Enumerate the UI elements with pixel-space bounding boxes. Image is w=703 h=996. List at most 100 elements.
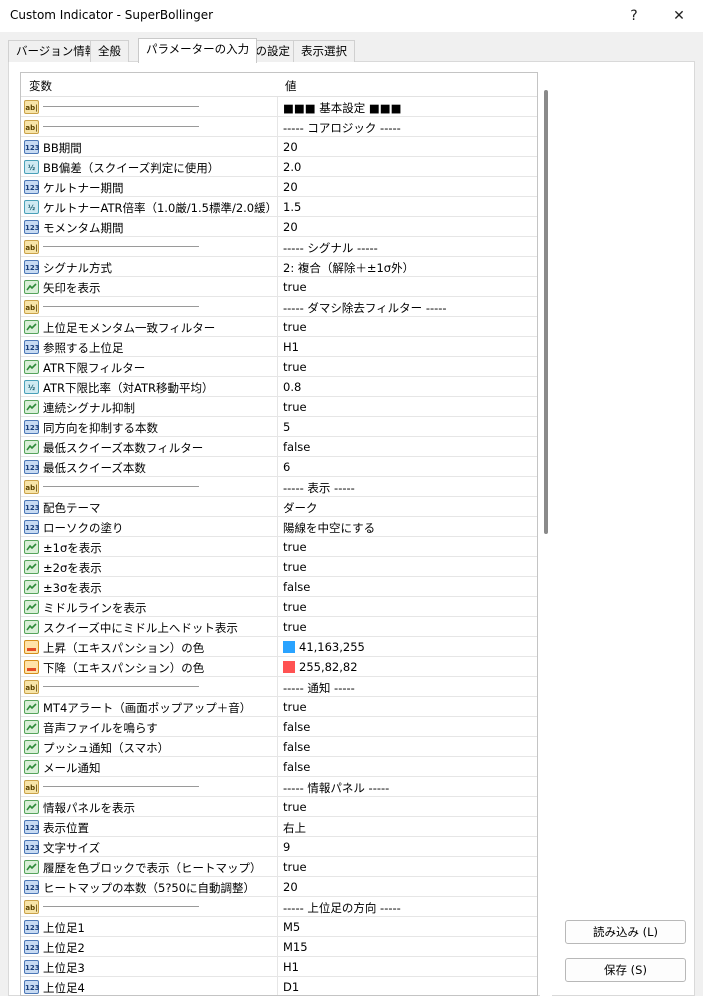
- parameter-row[interactable]: ab| ----- ダマシ除去フィルター -----: [21, 297, 537, 317]
- parameter-row[interactable]: ½ BB偏差（スクイーズ判定に使用） 2.0: [21, 157, 537, 177]
- parameter-row[interactable]: 123 モメンタム期間 20: [21, 217, 537, 237]
- parameter-row[interactable]: 123 上位足3 H1: [21, 957, 537, 977]
- parameter-value[interactable]: 20: [283, 220, 298, 234]
- parameter-value[interactable]: false: [283, 740, 310, 754]
- parameter-row[interactable]: ½ ケルトナーATR倍率（1.0厳/1.5標準/2.0緩） 1.5: [21, 197, 537, 217]
- parameter-row[interactable]: MT4アラート（画面ポップアップ＋音） true: [21, 697, 537, 717]
- parameter-row[interactable]: 123 文字サイズ 9: [21, 837, 537, 857]
- parameter-value[interactable]: false: [283, 760, 310, 774]
- parameter-row[interactable]: 123 上位足2 M15: [21, 937, 537, 957]
- parameter-value[interactable]: true: [283, 620, 307, 634]
- parameter-value[interactable]: ----- 情報パネル -----: [283, 780, 389, 796]
- parameter-row[interactable]: ±3σを表示 false: [21, 577, 537, 597]
- parameter-row[interactable]: 連続シグナル抑制 true: [21, 397, 537, 417]
- parameter-value[interactable]: ----- 通知 -----: [283, 680, 355, 696]
- parameter-row[interactable]: 123 ヒートマップの本数（5?50に自動調整） 20: [21, 877, 537, 897]
- parameter-value[interactable]: ----- 表示 -----: [283, 480, 355, 496]
- parameter-row[interactable]: ATR下限フィルター true: [21, 357, 537, 377]
- parameter-row[interactable]: 123 シグナル方式 2: 複合（解除＋±1σ外）: [21, 257, 537, 277]
- parameter-value[interactable]: 右上: [283, 820, 306, 836]
- parameter-row[interactable]: ab| ■■■ 基本設定 ■■■: [21, 97, 537, 117]
- parameter-value[interactable]: 0.8: [283, 380, 301, 394]
- parameter-row[interactable]: ±2σを表示 true: [21, 557, 537, 577]
- parameter-value[interactable]: 2.0: [283, 160, 301, 174]
- parameter-value[interactable]: 41,163,255: [299, 640, 365, 654]
- parameter-value[interactable]: ----- シグナル -----: [283, 240, 378, 256]
- parameter-value[interactable]: 20: [283, 880, 298, 894]
- parameter-value[interactable]: ----- ダマシ除去フィルター -----: [283, 300, 447, 316]
- parameter-row[interactable]: ±1σを表示 true: [21, 537, 537, 557]
- load-button[interactable]: 読み込み (L): [565, 920, 686, 944]
- tab-parameters[interactable]: パラメーターの入力: [138, 38, 258, 63]
- parameter-row[interactable]: 123 ローソクの塗り 陽線を中空にする: [21, 517, 537, 537]
- parameter-row[interactable]: プッシュ通知（スマホ） false: [21, 737, 537, 757]
- parameter-row[interactable]: ab| ----- コアロジック -----: [21, 117, 537, 137]
- parameter-value[interactable]: ■■■ 基本設定 ■■■: [283, 100, 402, 116]
- tab-general[interactable]: 全般: [90, 40, 129, 62]
- parameter-row[interactable]: ab| ----- 表示 -----: [21, 477, 537, 497]
- parameter-value[interactable]: true: [283, 560, 307, 574]
- parameter-row[interactable]: 上位足モメンタム一致フィルター true: [21, 317, 537, 337]
- parameter-value[interactable]: H1: [283, 340, 299, 354]
- parameter-row[interactable]: 123 同方向を抑制する本数 5: [21, 417, 537, 437]
- parameter-value[interactable]: M5: [283, 920, 300, 934]
- parameter-value[interactable]: 20: [283, 140, 298, 154]
- parameter-row[interactable]: ab| ----- 上位足の方向 -----: [21, 897, 537, 917]
- parameter-row[interactable]: スクイーズ中にミドル上へドット表示 true: [21, 617, 537, 637]
- parameter-value[interactable]: 255,82,82: [299, 660, 358, 674]
- parameter-row[interactable]: 最低スクイーズ本数フィルター false: [21, 437, 537, 457]
- parameter-value[interactable]: true: [283, 400, 307, 414]
- close-button[interactable]: ✕: [664, 4, 694, 28]
- parameter-value[interactable]: true: [283, 700, 307, 714]
- parameter-value[interactable]: false: [283, 580, 310, 594]
- parameter-value[interactable]: true: [283, 320, 307, 334]
- parameter-row[interactable]: 音声ファイルを鳴らす false: [21, 717, 537, 737]
- parameter-value[interactable]: ダーク: [283, 500, 318, 516]
- help-button[interactable]: ?: [619, 4, 649, 28]
- scrollbar-thumb[interactable]: [544, 90, 548, 534]
- parameter-grid[interactable]: 変数 値 ab| ■■■ 基本設定 ■■■ ab| ----- コアロジック ----…: [20, 72, 538, 996]
- parameter-value[interactable]: 6: [283, 460, 290, 474]
- parameter-row[interactable]: 123 表示位置 右上: [21, 817, 537, 837]
- parameter-value[interactable]: ----- 上位足の方向 -----: [283, 900, 401, 916]
- parameter-value[interactable]: true: [283, 860, 307, 874]
- parameter-value[interactable]: true: [283, 360, 307, 374]
- parameter-value[interactable]: true: [283, 800, 307, 814]
- color-swatch[interactable]: [283, 661, 295, 673]
- parameter-value[interactable]: true: [283, 280, 307, 294]
- parameter-row[interactable]: 123 上位足1 M5: [21, 917, 537, 937]
- parameter-row[interactable]: 123 ケルトナー期間 20: [21, 177, 537, 197]
- parameter-row[interactable]: 123 配色テーマ ダーク: [21, 497, 537, 517]
- parameter-value[interactable]: 陽線を中空にする: [283, 520, 375, 536]
- parameter-value[interactable]: true: [283, 540, 307, 554]
- parameter-row[interactable]: 情報パネルを表示 true: [21, 797, 537, 817]
- parameter-row[interactable]: 123 参照する上位足 H1: [21, 337, 537, 357]
- parameter-row[interactable]: ab| ----- 通知 -----: [21, 677, 537, 697]
- color-swatch[interactable]: [283, 641, 295, 653]
- parameter-value[interactable]: 9: [283, 840, 290, 854]
- parameter-value[interactable]: 1.5: [283, 200, 301, 214]
- parameter-row[interactable]: 履歴を色ブロックで表示（ヒートマップ） true: [21, 857, 537, 877]
- parameter-value[interactable]: D1: [283, 980, 299, 994]
- parameter-row[interactable]: ab| ----- シグナル -----: [21, 237, 537, 257]
- parameter-value[interactable]: 2: 複合（解除＋±1σ外）: [283, 260, 414, 276]
- parameter-value[interactable]: false: [283, 720, 310, 734]
- parameter-row[interactable]: 矢印を表示 true: [21, 277, 537, 297]
- column-header-variable[interactable]: 変数: [29, 78, 52, 94]
- grid-scrollbar[interactable]: [540, 72, 552, 996]
- parameter-row[interactable]: ミドルラインを表示 true: [21, 597, 537, 617]
- column-header-value[interactable]: 値: [285, 78, 297, 94]
- parameter-row[interactable]: 123 BB期間 20: [21, 137, 537, 157]
- parameter-row[interactable]: 123 最低スクイーズ本数 6: [21, 457, 537, 477]
- parameter-value[interactable]: H1: [283, 960, 299, 974]
- parameter-value[interactable]: ----- コアロジック -----: [283, 120, 401, 136]
- parameter-value[interactable]: true: [283, 600, 307, 614]
- parameter-row[interactable]: ½ ATR下限比率（対ATR移動平均） 0.8: [21, 377, 537, 397]
- parameter-value[interactable]: 20: [283, 180, 298, 194]
- save-button[interactable]: 保存 (S): [565, 958, 686, 982]
- parameter-value[interactable]: false: [283, 440, 310, 454]
- parameter-value[interactable]: M15: [283, 940, 308, 954]
- parameter-value[interactable]: 5: [283, 420, 290, 434]
- parameter-row[interactable]: メール通知 false: [21, 757, 537, 777]
- parameter-row[interactable]: 下降（エキスパンション）の色 255,82,82: [21, 657, 537, 677]
